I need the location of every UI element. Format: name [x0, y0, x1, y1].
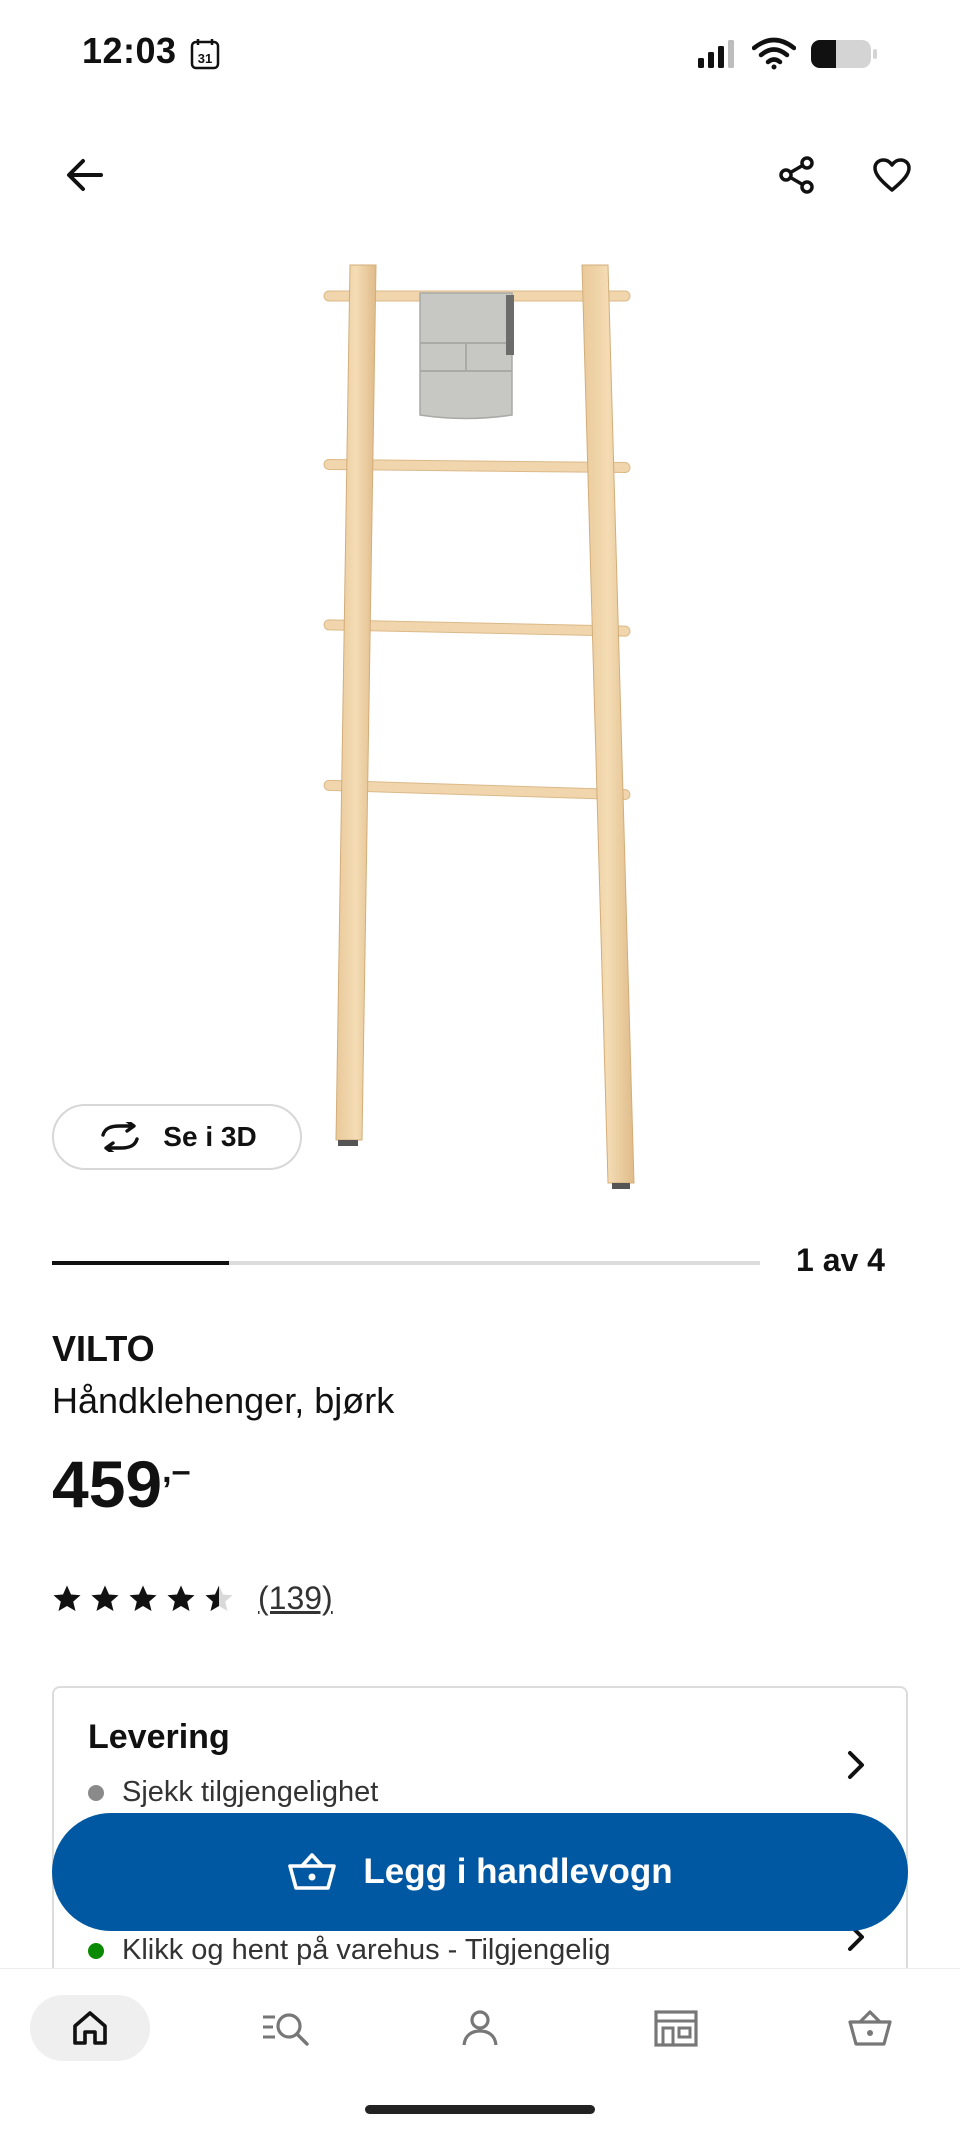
delivery-chevron[interactable]: [844, 1748, 868, 1787]
chevron-right-icon: [848, 1751, 864, 1779]
search-list-icon: [263, 2013, 309, 2046]
status-time: 12:03: [82, 30, 177, 71]
wifi-icon: [751, 36, 797, 70]
nav-store[interactable]: [616, 1995, 736, 2061]
star-icon: [129, 1585, 157, 1611]
product-image[interactable]: [300, 255, 660, 1195]
star-icon: [91, 1585, 119, 1611]
delivery-status: Sjekk tilgjengelighet: [88, 1776, 378, 1809]
share-button[interactable]: [772, 150, 822, 200]
pickup-status-text: Klikk og hent på varehus - Tilgjengelig: [122, 1934, 611, 1966]
signal-icon: [696, 38, 740, 70]
rotate-3d-icon: [101, 1122, 139, 1152]
pickup-status: Klikk og hent på varehus - Tilgjengelig: [88, 1934, 610, 1967]
add-to-cart-label: Legg i handlevogn: [363, 1852, 673, 1891]
rating[interactable]: (139): [52, 1580, 333, 1617]
delivery-title: Levering: [88, 1718, 230, 1756]
rating-stars: [52, 1584, 234, 1614]
heart-icon: [873, 158, 911, 192]
arrow-left-icon: [67, 159, 103, 191]
carousel-counter: 1 av 4: [796, 1242, 885, 1278]
battery-icon: [810, 38, 878, 70]
status-dot-grey: [88, 1784, 104, 1801]
product-price: 459 ,–: [52, 1446, 190, 1522]
star-icon: [53, 1585, 81, 1611]
home-indicator: [365, 2105, 595, 2114]
share-icon: [779, 156, 814, 194]
view-3d-label: Se i 3D: [163, 1121, 257, 1152]
basket-icon: [288, 1853, 337, 1890]
back-button[interactable]: [60, 150, 110, 200]
add-to-cart-button[interactable]: Legg i handlevogn: [52, 1813, 908, 1931]
star-icon: [205, 1585, 233, 1611]
carousel-progress: [52, 1261, 760, 1265]
price-suffix: ,–: [162, 1452, 191, 1490]
status-dot-green: [88, 1942, 104, 1959]
review-count-link[interactable]: (139): [258, 1580, 333, 1617]
view-3d-button[interactable]: Se i 3D: [52, 1104, 302, 1170]
home-icon: [73, 2011, 107, 2045]
cart-icon: [848, 2010, 892, 2046]
store-icon: [654, 2010, 698, 2047]
nav-search[interactable]: [226, 1995, 346, 2061]
nav-profile[interactable]: [420, 1995, 540, 2061]
product-brand: VILTO: [52, 1328, 155, 1369]
profile-icon: [462, 2010, 498, 2046]
nav-home[interactable]: [30, 1995, 150, 2061]
price-value: 459: [52, 1447, 163, 1521]
carousel-progress-fill: [52, 1261, 229, 1265]
nav-cart[interactable]: [810, 1995, 930, 2061]
calendar-day: 31: [198, 51, 212, 66]
product-description: Håndklehenger, bjørk: [52, 1380, 395, 1421]
delivery-status-text: Sjekk tilgjengelighet: [122, 1776, 379, 1808]
calendar-icon: 31: [190, 38, 222, 70]
favorite-button[interactable]: [866, 150, 918, 200]
star-icon: [167, 1585, 195, 1611]
